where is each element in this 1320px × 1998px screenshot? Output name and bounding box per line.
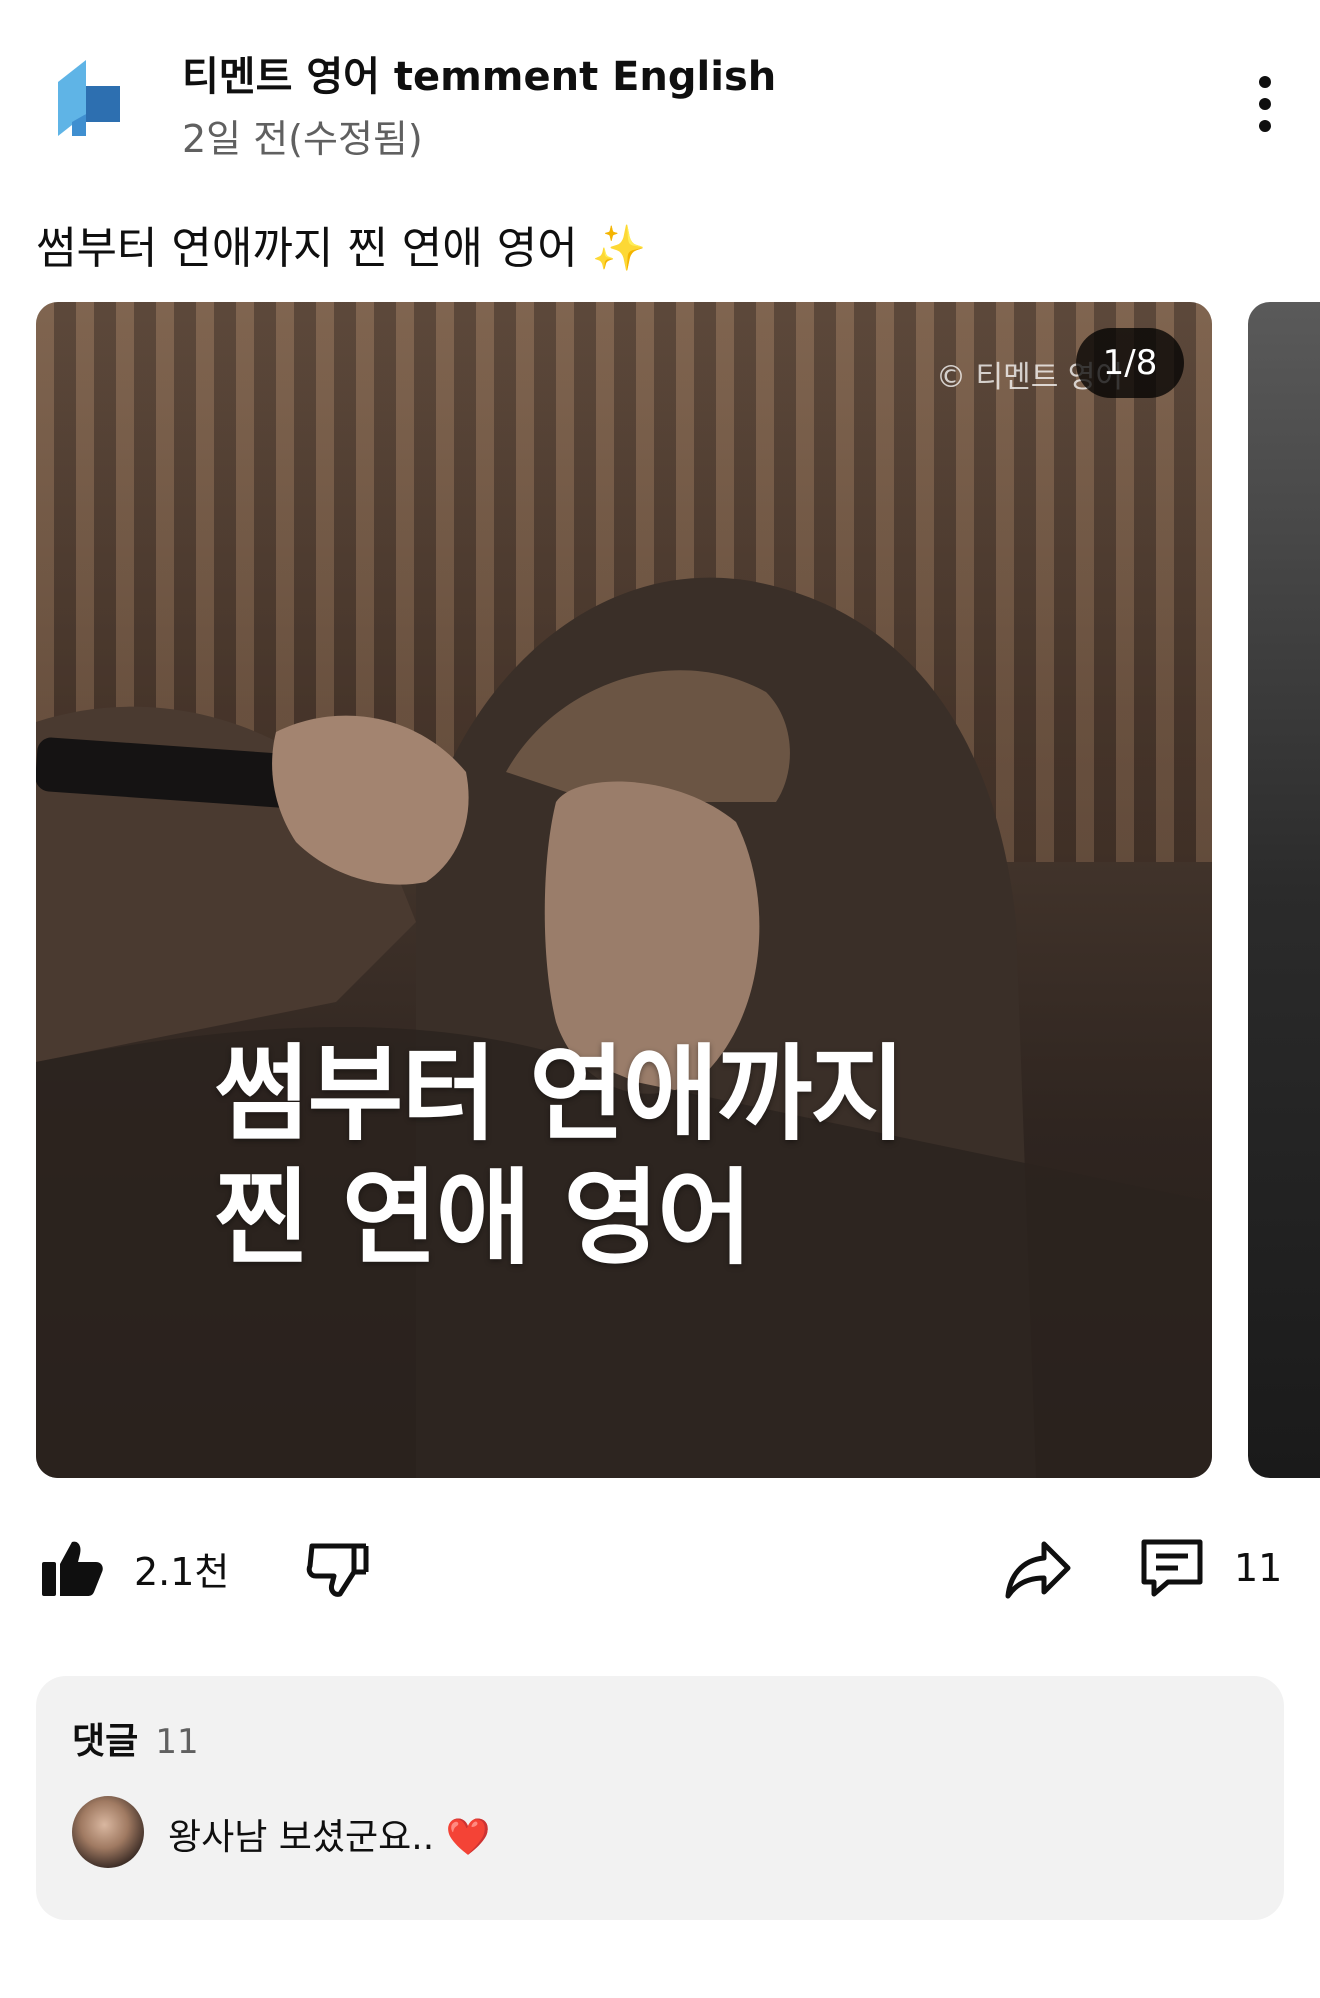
like-button[interactable]: 2.1천 [40,1536,229,1600]
overlay-line-1: 썸부터 연애까지 [214,1033,906,1155]
comments-section[interactable]: 댓글 11 왕사남 보셨군요.. ❤️ [36,1676,1284,1920]
slide-overlay-text: 썸부터 연애까지 찐 연애 영어 [214,1032,906,1280]
avatar[interactable] [72,1796,144,1868]
sparkles-emoji: ✨ [591,223,647,274]
channel-logo-icon[interactable] [52,56,126,140]
comments-title: 댓글 [72,1721,139,1762]
carousel-next-slide[interactable] [1248,302,1320,1478]
overlay-line-2: 찐 연애 영어 [214,1157,753,1279]
comment-button[interactable]: 11 [1138,1536,1282,1600]
post-body: 썸부터 연애까지 찐 연애 영어 [36,223,578,274]
top-comment: 왕사남 보셨군요.. ❤️ [168,1808,490,1860]
channel-name[interactable]: 티멘트 영어 temment English [182,44,776,102]
post-timestamp: 2일 전(수정됨) [182,117,423,161]
thumbs-down-icon [306,1543,369,1597]
comment-icon [1141,1539,1203,1597]
comments-count: 11 [155,1722,199,1762]
post-text: 썸부터 연애까지 찐 연애 영어 ✨ [36,212,647,276]
action-bar: 2.1천 11 [0,1530,1320,1610]
share-button[interactable] [1004,1538,1072,1602]
comments-header: 댓글 11 [72,1712,199,1764]
comment-count: 11 [1234,1546,1283,1590]
carousel-slide[interactable]: © 티멘트 영어 1/8 썸부터 연애까지 찐 연애 영어 [36,302,1212,1478]
like-count: 2.1천 [134,1549,230,1594]
slide-counter: 1/8 [1076,328,1184,398]
top-comment-text: 왕사남 보셨군요.. [168,1817,435,1858]
share-icon [1005,1541,1071,1599]
more-options-icon[interactable] [1250,76,1280,132]
dislike-button[interactable] [306,1536,370,1600]
slide-photo [36,577,1212,1478]
post-page: 티멘트 영어 temment English 2일 전(수정됨) 썸부터 연애까… [0,0,1320,1998]
image-carousel[interactable]: © 티멘트 영어 1/8 썸부터 연애까지 찐 연애 영어 [36,302,1320,1478]
heart-emoji: ❤️ [445,1817,491,1858]
thumbs-up-icon [42,1541,103,1596]
